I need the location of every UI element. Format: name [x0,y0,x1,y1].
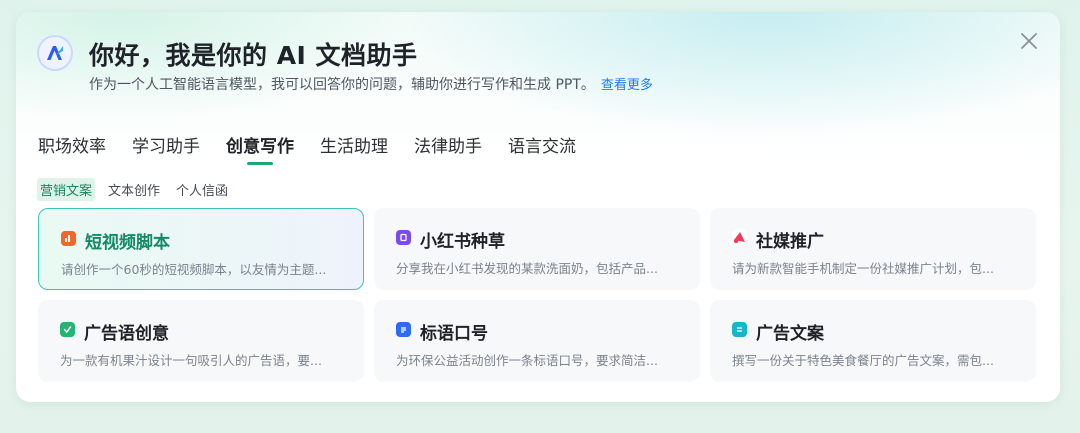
tab-life-assistant[interactable]: 生活助理 [320,136,388,164]
card-title: 广告语创意 [84,324,169,344]
card-title: 社媒推广 [756,232,824,252]
card-description: 请创作一个60秒的短视频脚本，以友情为主题... [61,262,327,277]
subtitle-text: 作为一个人工智能语言模型，我可以回答你的问题，辅助你进行写作和生成 PPT。 [89,77,595,93]
ai-assistant-logo-icon [37,35,73,71]
subcategory-tabs: 营销文案 文本创作 个人信函 [37,178,241,201]
category-tabs: 职场效率 学习助手 创意写作 生活助理 法律助手 语言交流 [38,136,602,164]
card-title: 小红书种草 [420,232,505,252]
prompt-card-slogan[interactable]: 标语口号 为环保公益活动创作一条标语口号，要求简洁... [374,300,700,382]
tab-study-assistant[interactable]: 学习助手 [132,136,200,164]
card-description: 撰写一份关于特色美食餐厅的广告文案，需包... [732,353,994,368]
subtab-text-creation[interactable]: 文本创作 [105,178,163,201]
card-description: 分享我在小红书发现的某款洗面奶，包括产品... [396,261,658,276]
prompt-card-xiaohongshu[interactable]: 小红书种草 分享我在小红书发现的某款洗面奶，包括产品... [374,208,700,290]
document-icon [396,322,411,337]
bar-chart-icon [61,231,76,246]
leaf-icon [60,322,75,337]
subtab-personal-letter[interactable]: 个人信函 [173,178,231,201]
prompt-card-short-video-script[interactable]: 短视频脚本 请创作一个60秒的短视频脚本，以友情为主题... [38,208,364,290]
card-description: 为一款有机果汁设计一句吸引人的广告语，要... [60,353,322,368]
ad-icon [732,322,747,337]
page-title: 你好，我是你的 AI 文档助手 [89,41,418,70]
prompt-card-ad-slogan-idea[interactable]: 广告语创意 为一款有机果汁设计一句吸引人的广告语，要... [38,300,364,382]
tab-workplace-efficiency[interactable]: 职场效率 [38,136,106,164]
card-title: 广告文案 [756,324,824,344]
close-icon[interactable] [1018,30,1040,52]
card-description: 为环保公益活动创作一条标语口号，要求简洁... [396,353,658,368]
tab-legal-assistant[interactable]: 法律助手 [414,136,482,164]
card-title: 短视频脚本 [85,233,170,253]
megaphone-icon [732,230,747,245]
tab-language-exchange[interactable]: 语言交流 [508,136,576,164]
prompt-card-ad-copy[interactable]: 广告文案 撰写一份关于特色美食餐厅的广告文案，需包... [710,300,1036,382]
subtab-marketing-copy[interactable]: 营销文案 [37,178,96,201]
card-title: 标语口号 [420,324,488,344]
page-subtitle: 作为一个人工智能语言模型，我可以回答你的问题，辅助你进行写作和生成 PPT。 查看… [89,74,653,94]
tab-creative-writing[interactable]: 创意写作 [226,136,294,164]
view-more-link[interactable]: 查看更多 [601,78,653,93]
prompt-card-social-media-promotion[interactable]: 社媒推广 请为新款智能手机制定一份社媒推广计划，包... [710,208,1036,290]
card-description: 请为新款智能手机制定一份社媒推广计划，包... [732,261,994,276]
book-icon [396,230,411,245]
